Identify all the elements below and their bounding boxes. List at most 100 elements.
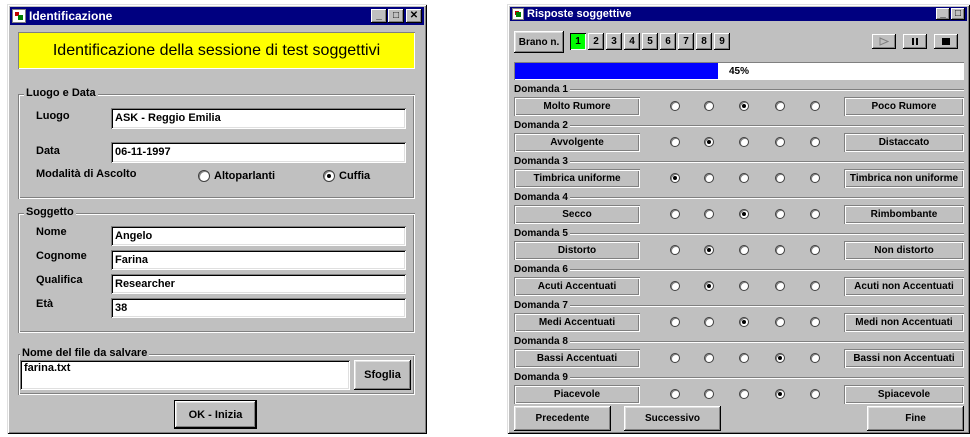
question-row: Domanda 8 Bassi Accentuati Bassi non Accen… [514, 336, 964, 370]
prev-button[interactable]: Precedente [514, 406, 611, 431]
rating-radio-2[interactable] [704, 209, 714, 219]
rating-radio-5[interactable] [810, 137, 820, 147]
rating-radio-4[interactable] [775, 173, 785, 183]
cuffia-radio[interactable] [323, 170, 335, 182]
rating-radio-3[interactable] [739, 245, 749, 255]
altoparlanti-option[interactable]: Altoparlanti [198, 170, 275, 182]
rating-radio-4[interactable] [775, 353, 785, 363]
data-field[interactable]: 06-11-1997 [111, 142, 406, 163]
rating-radio-5[interactable] [810, 173, 820, 183]
cuffia-option[interactable]: Cuffia [323, 170, 370, 182]
nome-field[interactable]: Angelo [111, 226, 406, 246]
rating-radio-1[interactable] [670, 101, 680, 111]
rating-radio-4[interactable] [775, 317, 785, 327]
close-icon[interactable]: ✕ [406, 9, 422, 23]
rating-radio-2[interactable] [704, 281, 714, 291]
risposte-titlebar[interactable]: Risposte soggettive _ □ [510, 7, 967, 21]
rating-radio-4[interactable] [775, 245, 785, 255]
track-button[interactable]: 6 [660, 33, 676, 50]
rating-radio-1[interactable] [670, 281, 680, 291]
rating-radio-2[interactable] [704, 137, 714, 147]
maximize-icon[interactable]: □ [951, 8, 965, 20]
play-icon [879, 37, 889, 46]
rating-radio-2[interactable] [704, 245, 714, 255]
next-button[interactable]: Successivo [624, 406, 721, 431]
play-button[interactable] [872, 34, 896, 49]
minimize-icon[interactable]: _ [936, 8, 950, 20]
identificazione-titlebar[interactable]: Identificazione _ □ ✕ [10, 7, 424, 25]
track-button[interactable]: 9 [714, 33, 730, 50]
rating-radio-1[interactable] [670, 173, 680, 183]
rating-radio-3[interactable] [739, 173, 749, 183]
rating-radio-4[interactable] [775, 209, 785, 219]
eta-field[interactable]: 38 [111, 298, 406, 318]
data-label: Data [36, 145, 60, 157]
rating-radio-1[interactable] [670, 245, 680, 255]
rating-radio-5[interactable] [810, 245, 820, 255]
rating-radio-3[interactable] [739, 353, 749, 363]
question-row: Domanda 1 Molto Rumore Poco Rumore [514, 84, 964, 118]
question-divider [514, 197, 964, 199]
progress-text: 45% [728, 65, 749, 77]
rating-radio-5[interactable] [810, 281, 820, 291]
rating-radio-4[interactable] [775, 101, 785, 111]
progress-bar: 45% [514, 62, 964, 80]
rating-radio-1[interactable] [670, 353, 680, 363]
ok-start-button[interactable]: OK - Inizia [174, 400, 257, 429]
rating-radio-2[interactable] [704, 101, 714, 111]
pause-button[interactable] [903, 34, 927, 49]
rating-radio-5[interactable] [810, 353, 820, 363]
rating-radio-5[interactable] [810, 101, 820, 111]
altoparlanti-radio[interactable] [198, 170, 210, 182]
track-button[interactable]: 4 [624, 33, 640, 50]
rating-radio-5[interactable] [810, 389, 820, 399]
rating-radio-1[interactable] [670, 209, 680, 219]
questions-list: Domanda 1 Molto Rumore Poco Rumore Domanda … [507, 84, 970, 404]
track-button[interactable]: 1 [570, 33, 586, 50]
right-anchor-label: Acuti non Accentuati [844, 277, 964, 296]
rating-radio-3[interactable] [739, 137, 749, 147]
minimize-icon[interactable]: _ [371, 9, 387, 23]
luogo-data-title: Luogo e Data [24, 87, 98, 99]
rating-radio-3[interactable] [739, 281, 749, 291]
eta-label: Età [36, 298, 54, 310]
browse-button[interactable]: Sfoglia [354, 360, 411, 390]
track-button[interactable]: 8 [696, 33, 712, 50]
question-divider [514, 125, 964, 127]
track-button[interactable]: 2 [588, 33, 604, 50]
right-anchor-label: Rimbombante [844, 205, 964, 224]
question-divider [514, 89, 964, 91]
rating-radio-3[interactable] [739, 317, 749, 327]
end-button[interactable]: Fine [867, 406, 964, 431]
rating-radio-2[interactable] [704, 173, 714, 183]
rating-radio-2[interactable] [704, 317, 714, 327]
question-row: Domanda 2 Avvolgente Distaccato [514, 120, 964, 154]
track-button[interactable]: 3 [606, 33, 622, 50]
question-divider [514, 161, 964, 163]
question-row: Domanda 9 Piacevole Spiacevole [514, 372, 964, 406]
stop-button[interactable] [934, 34, 958, 49]
luogo-field[interactable]: ASK - Reggio Emilia [111, 108, 406, 129]
rating-radio-1[interactable] [670, 389, 680, 399]
rating-radio-4[interactable] [775, 389, 785, 399]
luogo-label: Luogo [36, 110, 70, 122]
cognome-field[interactable]: Farina [111, 250, 406, 270]
rating-radio-4[interactable] [775, 137, 785, 147]
left-anchor-label: Distorto [514, 241, 640, 260]
rating-radio-5[interactable] [810, 317, 820, 327]
rating-radio-1[interactable] [670, 317, 680, 327]
rating-radio-2[interactable] [704, 353, 714, 363]
rating-radio-3[interactable] [739, 209, 749, 219]
rating-radio-5[interactable] [810, 209, 820, 219]
filename-field[interactable]: farina.txt [20, 360, 350, 390]
rating-radio-1[interactable] [670, 137, 680, 147]
rating-radio-3[interactable] [739, 389, 749, 399]
rating-radio-3[interactable] [739, 101, 749, 111]
rating-radio-2[interactable] [704, 389, 714, 399]
question-title: Domanda 5 [514, 228, 570, 239]
track-button[interactable]: 5 [642, 33, 658, 50]
rating-radio-4[interactable] [775, 281, 785, 291]
qualifica-field[interactable]: Researcher [111, 274, 406, 294]
track-button[interactable]: 7 [678, 33, 694, 50]
maximize-icon[interactable]: □ [388, 9, 404, 23]
